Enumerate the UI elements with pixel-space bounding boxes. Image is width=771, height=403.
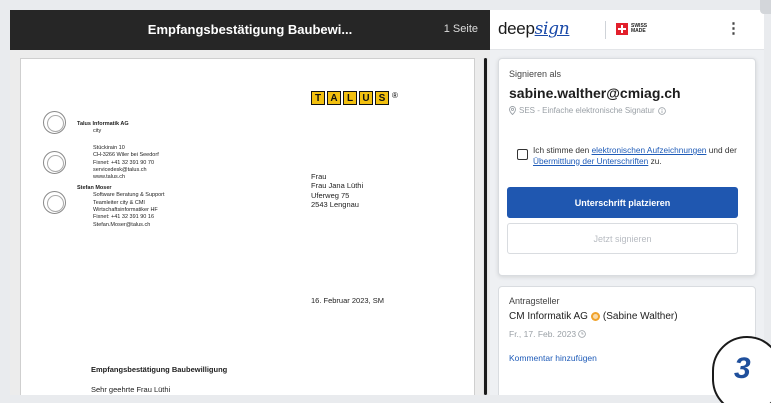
contact-name: Stefan Moser: [77, 185, 112, 191]
info-icon[interactable]: [657, 106, 666, 115]
seal-icon: [43, 151, 66, 174]
signer-email: sabine.walther@cmiag.ch: [509, 85, 681, 101]
requester-person: (Sabine Walther): [602, 311, 678, 322]
consent-text-part: zu.: [648, 155, 662, 166]
place-signature-button[interactable]: Unterschrift platzieren: [507, 187, 738, 218]
sign-now-button[interactable]: Jetzt signieren: [507, 223, 738, 254]
swiss-flag-icon: [616, 23, 628, 35]
brand-prefix: deep: [498, 19, 535, 38]
contact-line: Software Beratung & Support: [93, 192, 165, 199]
consent-text-part: und der: [706, 145, 737, 155]
electronic-records-link[interactable]: elektronischen Aufzeichnungen: [592, 145, 707, 155]
made-label: MADE: [631, 28, 646, 34]
swiss-made-text: SWISS MADE: [631, 23, 647, 35]
address-line: Fixnet: +41 32 391 90 70: [93, 159, 155, 166]
consent-text-part: Ich stimme den: [533, 145, 592, 155]
clock-icon: [578, 330, 587, 338]
address-line: servicedesk@talus.ch: [93, 166, 147, 173]
request-date: Fr., 17. Feb. 2023: [509, 329, 587, 339]
map-pin-icon: [509, 106, 516, 115]
step-number: 3: [734, 352, 751, 385]
sign-as-label: Signieren als: [509, 69, 562, 79]
more-options-icon[interactable]: ⋮: [726, 18, 741, 40]
contact-line: Teamleiter city & CMI: [93, 199, 145, 206]
viewer-toolbar: Empfangsbestätigung Baubewi... 1 Seite: [10, 10, 490, 50]
window-scrollbar[interactable]: [760, 0, 771, 14]
brand-suffix: sign: [534, 19, 570, 39]
signing-panel: deepsign SWISS MADE ⋮ Signieren als sabi…: [490, 10, 764, 395]
talus-logo: T A L U S ®: [311, 91, 398, 105]
address-line: www.talus.ch: [93, 174, 126, 181]
panel-header: deepsign SWISS MADE ⋮: [490, 10, 764, 50]
page-count: 1 Seite: [443, 23, 478, 35]
letter-salutation: Sehr geehrte Frau Lüthi: [91, 385, 171, 394]
requester-label: Antragsteller: [509, 296, 560, 306]
scrollbar-thumb[interactable]: [484, 58, 487, 395]
header-divider: [605, 21, 606, 39]
seal-icon: [43, 191, 66, 214]
address-line: CH-3266 Wiler bei Seedorf: [93, 152, 159, 159]
step-number-badge: 3: [712, 336, 771, 403]
logo-letter: U: [359, 91, 373, 105]
recipient-line: Frau: [311, 172, 327, 181]
signature-type-text: SES - Einfache elektronische Signatur: [519, 106, 655, 115]
logo-letter: S: [375, 91, 389, 105]
logo-letter: L: [343, 91, 357, 105]
contact-line: Fixnet: +41 32 391 90 16: [93, 214, 155, 221]
requester-name: CM Informatik AG (Sabine Walther): [509, 311, 678, 322]
letter-date: 16. Februar 2023, SM: [311, 296, 384, 305]
signature-transmission-link[interactable]: Übermittlung der Unterschriften: [533, 156, 648, 166]
deepsign-logo: deepsign: [498, 19, 570, 39]
swiss-made-badge: SWISS MADE: [616, 23, 647, 35]
contact-line: Wirtschaftsinformatiker HF: [93, 206, 158, 213]
document-viewer: Empfangsbestätigung Baubewi... 1 Seite T…: [10, 10, 490, 395]
contact-line: Stefan.Moser@talus.ch: [93, 221, 151, 228]
consent-text: Ich stimme den elektronischen Aufzeichnu…: [533, 145, 747, 166]
recipient-line: Frau Jana Lüthi: [311, 181, 364, 191]
company-name: Talus Informatik AG: [77, 121, 129, 127]
document-title: Empfangsbestätigung Baubewi...: [147, 22, 353, 37]
address-line: Stückirain 10: [93, 145, 125, 151]
seal-icon: [43, 111, 66, 134]
verified-badge-icon: [590, 312, 600, 321]
recipient-line: Uferweg 75: [311, 190, 350, 200]
recipient-line: 2543 Lengnau: [311, 199, 359, 209]
letter-subject: Empfangsbestätigung Baubewilligung: [91, 365, 228, 374]
logo-letter: T: [311, 91, 325, 105]
company-sub: city: [93, 128, 102, 134]
signature-type: SES - Einfache elektronische Signatur: [509, 106, 666, 115]
request-date-text: Fr., 17. Feb. 2023: [509, 329, 577, 339]
logo-letter: A: [327, 91, 341, 105]
registered-mark: ®: [392, 91, 398, 100]
consent-row: Ich stimme den elektronischen Aufzeichnu…: [507, 139, 749, 177]
add-comment-link[interactable]: Kommentar hinzufügen: [509, 353, 597, 363]
document-page: Talus Informatik AG city Stückirain 10 C…: [20, 58, 475, 395]
requester-org: CM Informatik AG: [509, 311, 588, 322]
consent-checkbox[interactable]: [517, 149, 528, 160]
